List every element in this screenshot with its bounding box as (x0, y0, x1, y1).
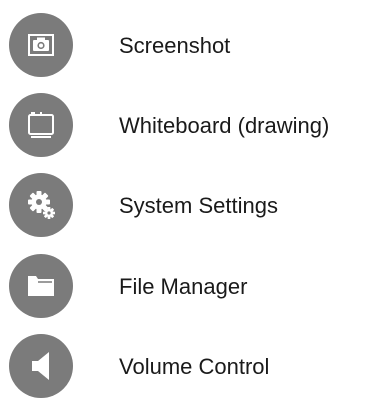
menu-item-system-settings[interactable]: System Settings (0, 169, 378, 241)
speaker-icon (9, 334, 73, 398)
menu-item-label: Volume Control (119, 354, 270, 379)
menu-item-whiteboard[interactable]: Whiteboard (drawing) (0, 89, 378, 161)
menu-item-label: System Settings (119, 193, 278, 218)
folder-icon (9, 254, 73, 318)
menu-item-volume-control[interactable]: Volume Control (0, 330, 378, 402)
menu-item-label: File Manager (119, 274, 248, 299)
menu-item-label: Screenshot (119, 33, 231, 58)
gear-icon (9, 173, 73, 237)
app-menu: Screenshot Whiteboard (drawing) System S… (0, 0, 378, 406)
camera-icon (9, 13, 73, 77)
menu-item-file-manager[interactable]: File Manager (0, 250, 378, 322)
whiteboard-icon (9, 93, 73, 157)
menu-item-label: Whiteboard (drawing) (119, 113, 330, 138)
menu-item-screenshot[interactable]: Screenshot (0, 9, 378, 81)
